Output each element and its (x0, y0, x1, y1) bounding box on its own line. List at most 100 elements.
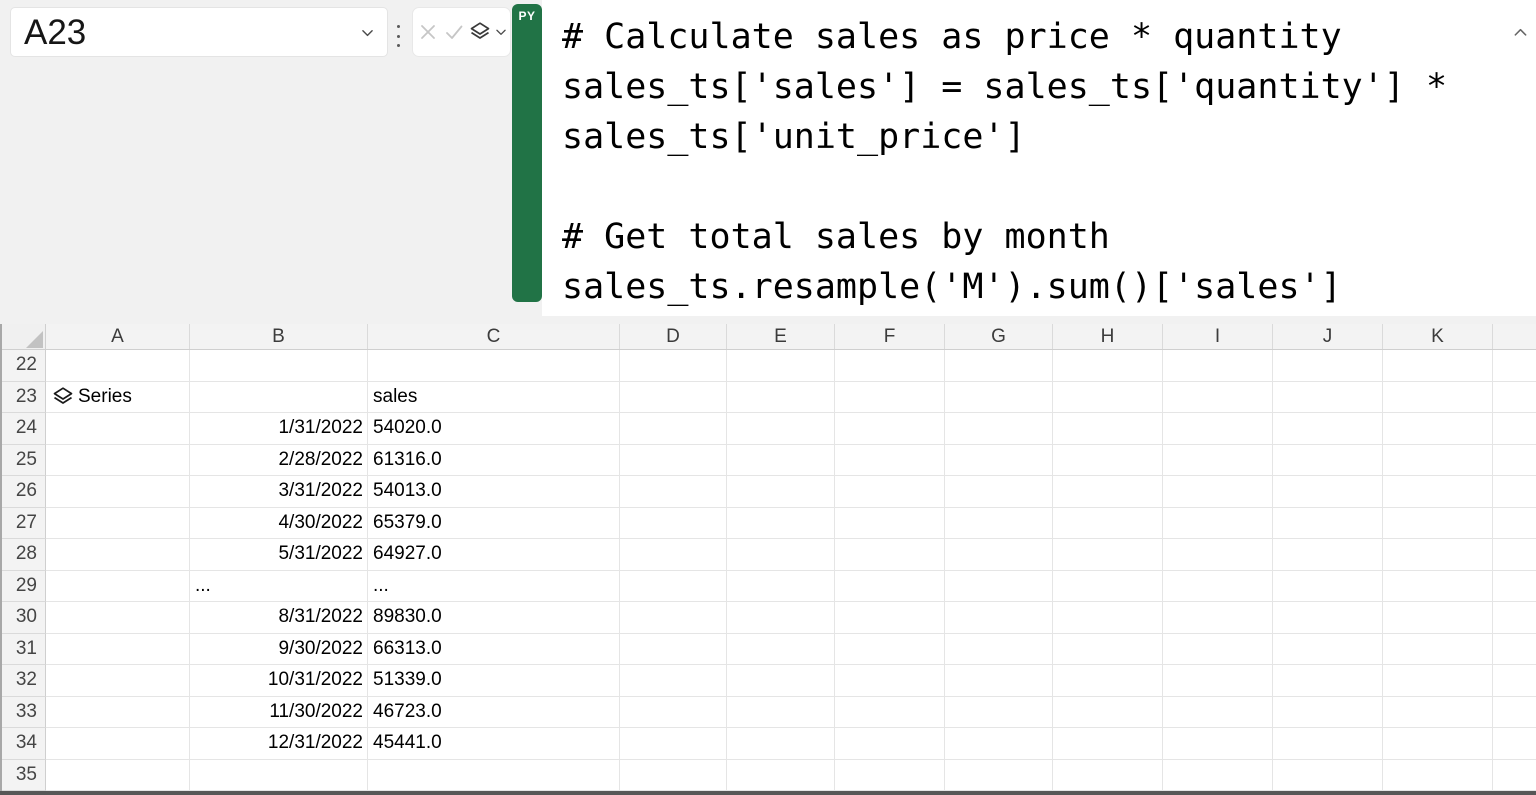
cell-G33[interactable] (945, 697, 1053, 729)
cell-E24[interactable] (727, 413, 835, 445)
cell-F22[interactable] (835, 350, 945, 382)
cell-F34[interactable] (835, 728, 945, 760)
cell-H27[interactable] (1053, 508, 1163, 540)
cell-partial-35[interactable] (1493, 760, 1536, 792)
column-header-A[interactable]: A (46, 324, 190, 349)
cell-J26[interactable] (1273, 476, 1383, 508)
cell-C31[interactable]: 66313.0 (368, 634, 620, 666)
cell-G31[interactable] (945, 634, 1053, 666)
cell-B30[interactable]: 8/31/2022 (190, 602, 368, 634)
cell-H33[interactable] (1053, 697, 1163, 729)
cell-E23[interactable] (727, 382, 835, 414)
cell-G30[interactable] (945, 602, 1053, 634)
row-header-28[interactable]: 28 (0, 539, 46, 571)
column-header-E[interactable]: E (727, 324, 835, 349)
row-header-27[interactable]: 27 (0, 508, 46, 540)
cell-C24[interactable]: 54020.0 (368, 413, 620, 445)
cell-partial-34[interactable] (1493, 728, 1536, 760)
chevron-down-icon[interactable] (494, 25, 508, 39)
cell-E25[interactable] (727, 445, 835, 477)
cell-G25[interactable] (945, 445, 1053, 477)
cell-J24[interactable] (1273, 413, 1383, 445)
cell-G28[interactable] (945, 539, 1053, 571)
column-header-D[interactable]: D (620, 324, 727, 349)
cell-E35[interactable] (727, 760, 835, 792)
cell-I35[interactable] (1163, 760, 1273, 792)
cell-D28[interactable] (620, 539, 727, 571)
cell-partial-23[interactable] (1493, 382, 1536, 414)
cell-B22[interactable] (190, 350, 368, 382)
cell-E28[interactable] (727, 539, 835, 571)
select-all-corner[interactable] (0, 324, 46, 349)
cell-I31[interactable] (1163, 634, 1273, 666)
code-line-4[interactable] (562, 162, 1536, 212)
cell-partial-26[interactable] (1493, 476, 1536, 508)
cell-A29[interactable] (46, 571, 190, 603)
cell-J23[interactable] (1273, 382, 1383, 414)
cell-partial-25[interactable] (1493, 445, 1536, 477)
cell-A34[interactable] (46, 728, 190, 760)
cell-D30[interactable] (620, 602, 727, 634)
cell-J31[interactable] (1273, 634, 1383, 666)
cell-B24[interactable]: 1/31/2022 (190, 413, 368, 445)
cell-F23[interactable] (835, 382, 945, 414)
cell-J27[interactable] (1273, 508, 1383, 540)
cell-partial-24[interactable] (1493, 413, 1536, 445)
cell-K32[interactable] (1383, 665, 1493, 697)
cell-A26[interactable] (46, 476, 190, 508)
cell-F32[interactable] (835, 665, 945, 697)
row-header-30[interactable]: 30 (0, 602, 46, 634)
cell-I33[interactable] (1163, 697, 1273, 729)
cell-K34[interactable] (1383, 728, 1493, 760)
cell-partial-27[interactable] (1493, 508, 1536, 540)
cell-E32[interactable] (727, 665, 835, 697)
cell-D23[interactable] (620, 382, 727, 414)
cell-A24[interactable] (46, 413, 190, 445)
cell-E30[interactable] (727, 602, 835, 634)
cell-H35[interactable] (1053, 760, 1163, 792)
cell-J35[interactable] (1273, 760, 1383, 792)
cell-J22[interactable] (1273, 350, 1383, 382)
cell-I24[interactable] (1163, 413, 1273, 445)
cell-K30[interactable] (1383, 602, 1493, 634)
cell-H24[interactable] (1053, 413, 1163, 445)
cell-D35[interactable] (620, 760, 727, 792)
cell-partial-28[interactable] (1493, 539, 1536, 571)
cell-K29[interactable] (1383, 571, 1493, 603)
cell-G22[interactable] (945, 350, 1053, 382)
cell-E31[interactable] (727, 634, 835, 666)
cell-A30[interactable] (46, 602, 190, 634)
cell-H30[interactable] (1053, 602, 1163, 634)
cell-C35[interactable] (368, 760, 620, 792)
cell-K33[interactable] (1383, 697, 1493, 729)
column-header-partial[interactable] (1493, 324, 1536, 349)
cell-F29[interactable] (835, 571, 945, 603)
cell-G27[interactable] (945, 508, 1053, 540)
cell-H22[interactable] (1053, 350, 1163, 382)
cell-I30[interactable] (1163, 602, 1273, 634)
cell-J28[interactable] (1273, 539, 1383, 571)
cell-partial-29[interactable] (1493, 571, 1536, 603)
cell-K27[interactable] (1383, 508, 1493, 540)
cell-H28[interactable] (1053, 539, 1163, 571)
python-code[interactable]: # Calculate sales as price * quantitysal… (542, 0, 1536, 312)
cell-K25[interactable] (1383, 445, 1493, 477)
cancel-button[interactable] (416, 20, 440, 44)
cell-G35[interactable] (945, 760, 1053, 792)
cell-A31[interactable] (46, 634, 190, 666)
cell-I34[interactable] (1163, 728, 1273, 760)
cell-G23[interactable] (945, 382, 1053, 414)
cell-J25[interactable] (1273, 445, 1383, 477)
cell-partial-33[interactable] (1493, 697, 1536, 729)
cell-F24[interactable] (835, 413, 945, 445)
row-header-26[interactable]: 26 (0, 476, 46, 508)
column-header-C[interactable]: C (368, 324, 620, 349)
cell-H34[interactable] (1053, 728, 1163, 760)
column-header-J[interactable]: J (1273, 324, 1383, 349)
cell-B32[interactable]: 10/31/2022 (190, 665, 368, 697)
code-line-6[interactable]: sales_ts.resample('M').sum()['sales'] (562, 262, 1536, 312)
cell-H23[interactable] (1053, 382, 1163, 414)
cell-J34[interactable] (1273, 728, 1383, 760)
cell-G32[interactable] (945, 665, 1053, 697)
column-header-I[interactable]: I (1163, 324, 1273, 349)
